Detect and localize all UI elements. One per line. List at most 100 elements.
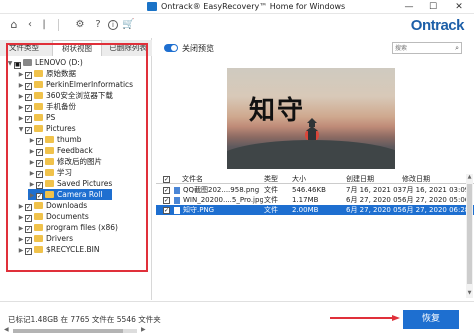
left-pane: 文件类型 树状视图 已删除列表 ▼ ■ LENOVO (D:) ▶ ✓ 原始数据 ▶ ✓ Per…	[0, 38, 152, 333]
tree-node[interactable]: ▶ ✓ Saved Pictures	[28, 178, 112, 189]
tree-checkbox[interactable]: ✓	[25, 72, 32, 79]
recover-button[interactable]: 恢复	[403, 310, 459, 329]
search-box[interactable]: ⌕	[392, 42, 462, 54]
tree-checkbox[interactable]: ✓	[25, 204, 32, 211]
left-tabs: 文件类型 树状视图 已删除列表	[0, 40, 152, 56]
tree-node-label: program files (x86)	[46, 223, 118, 232]
tree-node-label: 手机备份	[46, 102, 76, 111]
tree-checkbox[interactable]: ✓	[25, 248, 32, 255]
cell-modified: 7月 16, 2021 03:09 下午	[402, 186, 468, 194]
tree-checkbox[interactable]: ✓	[25, 127, 32, 134]
footer: 已标记1.48GB 在 7765 文件在 5546 文件夹 恢复	[0, 301, 474, 333]
folder-icon	[34, 202, 43, 209]
calligraphy-text: 知守	[249, 96, 306, 126]
folder-icon	[34, 114, 43, 121]
row-checkbox[interactable]: ✓	[163, 187, 170, 194]
tab-deleted-list[interactable]: 已删除列表	[104, 40, 152, 56]
maximize-button[interactable]: ☐	[422, 0, 444, 14]
tree-checkbox[interactable]: ✓	[36, 149, 43, 156]
tree-checkbox[interactable]: ✓	[36, 182, 43, 189]
column-name[interactable]: 文件名	[182, 174, 262, 184]
chevron-down-icon[interactable]: ▼	[17, 124, 25, 135]
tree-node[interactable]: ▼ ■ LENOVO (D:)	[6, 57, 83, 69]
cell-created: 6月 27, 2020 05:...	[346, 196, 402, 204]
tree-checkbox[interactable]: ✓	[36, 171, 43, 178]
tree-checkbox[interactable]: ✓	[25, 94, 32, 101]
column-size[interactable]: 大小	[292, 174, 342, 184]
tree-node[interactable]: ▶ ✓ PS	[17, 112, 55, 123]
tree-checkbox[interactable]: ✓	[25, 105, 32, 112]
tree-node[interactable]: ▶ ✓ Downloads	[17, 200, 87, 211]
tree-checkbox[interactable]: ✓	[25, 226, 32, 233]
tree-node-label: Drivers	[46, 234, 73, 243]
status-text: 已标记1.48GB 在 7765 文件在 5546 文件夹	[8, 315, 161, 324]
settings-icon[interactable]: ⚙	[74, 19, 86, 31]
tree-checkbox[interactable]: ✓	[25, 83, 32, 90]
tree-node-label: Downloads	[46, 201, 88, 210]
tree-node[interactable]: ▶ ✓ $RECYCLE.BIN	[17, 244, 100, 255]
tree-node-label: Camera Roll	[57, 190, 103, 199]
tree-node-label: 学习	[57, 168, 72, 177]
preview-toggle[interactable]	[164, 44, 178, 52]
minimize-button[interactable]: —	[398, 0, 420, 14]
cell-type: 文件	[264, 206, 278, 214]
tree-node[interactable]: ▶ ✓ thumb	[28, 134, 82, 145]
folder-icon	[34, 246, 43, 253]
scroll-down-icon[interactable]: ▼	[466, 290, 473, 296]
cell-name: WIN_20200....5_Pro.jpg	[183, 196, 263, 204]
column-modified[interactable]: 修改日期	[402, 174, 466, 184]
cell-size: 2.00MB	[292, 206, 319, 214]
window-title: Ontrack® EasyRecovery™ Home for Windows	[161, 2, 346, 11]
select-all-checkbox[interactable]: ✓	[163, 176, 170, 183]
tree-node[interactable]: ▶ ✓ 360安全浏览器下载	[17, 90, 113, 101]
tree-node-label: Feedback	[57, 146, 93, 155]
folder-icon	[34, 224, 43, 231]
tree-node[interactable]: ▶ ✓ PerkinElmerInformatics	[17, 79, 133, 90]
search-icon[interactable]: ⌕	[455, 43, 459, 53]
tree-node[interactable]: ▶ ✓ Documents	[17, 211, 89, 222]
title-bar: Ontrack® EasyRecovery™ Home for Windows …	[0, 0, 474, 14]
cart-icon[interactable]: 🛒	[122, 19, 134, 31]
tree-checkbox[interactable]: ✓	[36, 160, 43, 167]
table-row[interactable]: ✓ WIN_20200....5_Pro.jpg 文件 1.17MB 6月 27, 20…	[156, 195, 474, 205]
close-button[interactable]: ✕	[448, 0, 470, 14]
tree-node[interactable]: ▼ ✓ Pictures	[17, 123, 76, 134]
tree-checkbox[interactable]: ✓	[36, 138, 43, 145]
pagoda-shape	[306, 118, 318, 140]
tree-node[interactable]: ▶ ✓ 修改后的图片	[28, 156, 102, 167]
scroll-thumb[interactable]	[467, 184, 472, 284]
tree-checkbox[interactable]: ✓	[25, 215, 32, 222]
tree-checkbox[interactable]: ✓	[25, 116, 32, 123]
folder-icon	[45, 169, 54, 176]
row-checkbox[interactable]: ✓	[163, 207, 170, 214]
tree-node[interactable]: ▶ ✓ 原始数据	[17, 68, 76, 79]
folder-icon	[34, 125, 43, 132]
tree-node[interactable]: ▶ ✓ 手机备份	[17, 101, 76, 112]
back-icon[interactable]: ‹	[24, 19, 36, 31]
chevron-down-icon[interactable]: ▼	[6, 58, 14, 69]
tree-node[interactable]: ▶ ✓ Feedback	[28, 145, 93, 156]
search-input[interactable]	[395, 43, 450, 53]
app-icon	[147, 2, 157, 11]
info-icon[interactable]: i	[108, 20, 118, 30]
table-row[interactable]: ✓ QQ截图202....958.png 文件 546.46KB 7月 16, 2021…	[156, 185, 474, 195]
table-row[interactable]: ✓ 知守.PNG 文件 2.00MB 6月 27, 2020 05:...6月 27, …	[156, 205, 474, 215]
row-checkbox[interactable]: ✓	[163, 197, 170, 204]
column-type[interactable]: 类型	[264, 174, 294, 184]
tree-node-label: PerkinElmerInformatics	[46, 80, 134, 89]
tab-file-type[interactable]: 文件类型	[0, 40, 48, 56]
column-created[interactable]: 创建日期	[346, 174, 402, 184]
file-vertical-scrollbar[interactable]: ▲ ▼	[466, 174, 473, 298]
tree-node[interactable]: ▶ ✓ program files (x86)	[17, 222, 118, 233]
tree-checkbox[interactable]: ✓	[36, 193, 43, 200]
scroll-up-icon[interactable]: ▲	[466, 174, 473, 180]
home-icon[interactable]: ⌂	[8, 19, 20, 31]
tree-node[interactable]: ▶ ✓ 学习	[28, 167, 72, 178]
cell-modified: 6月 27, 2020 06:28 下午	[402, 206, 468, 214]
tree-node[interactable]: ▶ ✓ Camera Roll	[28, 189, 113, 200]
tree-checkbox[interactable]: ✓	[25, 237, 32, 244]
tab-tree-view[interactable]: 树状视图	[52, 40, 102, 56]
tree-node[interactable]: ▶ ✓ Drivers	[17, 233, 73, 244]
chevron-right-icon[interactable]: ▶	[17, 245, 25, 256]
help-icon[interactable]: ?	[92, 19, 104, 31]
